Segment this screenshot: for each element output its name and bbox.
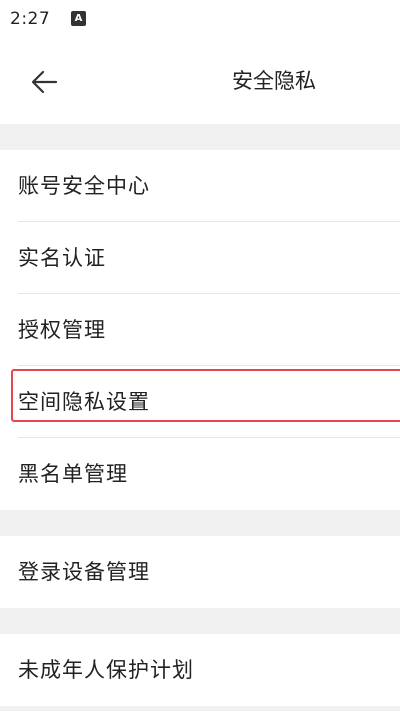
notification-icon: A bbox=[71, 11, 86, 26]
list-item-label: 授权管理 bbox=[18, 318, 106, 342]
list-item-real-name-verification[interactable]: 实名认证 bbox=[0, 222, 400, 294]
list-item-label: 空间隐私设置 bbox=[18, 390, 150, 414]
status-bar: 2:27 A bbox=[0, 0, 400, 40]
list-item-authorization-management[interactable]: 授权管理 bbox=[0, 294, 400, 366]
list-item-account-security-center[interactable]: 账号安全中心 bbox=[0, 150, 400, 222]
nav-bar: 安全隐私 bbox=[0, 40, 400, 124]
section-divider bbox=[0, 608, 400, 634]
section-divider bbox=[0, 124, 400, 150]
section-divider bbox=[0, 510, 400, 536]
section-divider bbox=[0, 706, 400, 711]
list-item-minor-protection-plan[interactable]: 未成年人保护计划 bbox=[0, 634, 400, 706]
page-title: 安全隐私 bbox=[232, 69, 316, 93]
list-item-space-privacy-settings[interactable]: 空间隐私设置 bbox=[0, 366, 400, 438]
list-item-blacklist-management[interactable]: 黑名单管理 bbox=[0, 438, 400, 510]
list-item-label: 登录设备管理 bbox=[18, 560, 150, 584]
list-item-label: 账号安全中心 bbox=[18, 174, 150, 198]
security-privacy-screen: 2:27 A 安全隐私 账号安全中心 实名认证 授权管理 空间隐私设置 黑名单管 bbox=[0, 0, 400, 711]
list-item-label: 黑名单管理 bbox=[18, 462, 128, 486]
list-item-login-device-management[interactable]: 登录设备管理 bbox=[0, 536, 400, 608]
list-item-label: 未成年人保护计划 bbox=[18, 658, 194, 682]
list-item-label: 实名认证 bbox=[18, 246, 106, 270]
status-time: 2:27 bbox=[10, 9, 51, 29]
